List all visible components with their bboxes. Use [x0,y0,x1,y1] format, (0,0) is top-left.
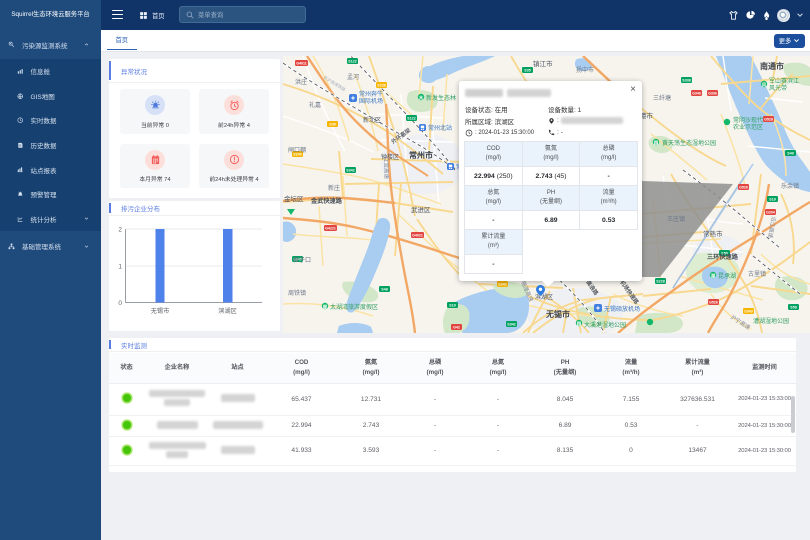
svg-text:S49: S49 [787,152,793,156]
svg-text:黄天荡生态湿地公园: 黄天荡生态湿地公园 [662,139,716,147]
svg-text:S342: S342 [507,323,515,327]
svg-text:S58: S58 [790,306,796,310]
svg-text:S122: S122 [407,117,415,121]
svg-text:园: 园 [654,139,659,146]
svg-text:S122: S122 [348,60,356,64]
svg-text:常熟市: 常熟市 [703,229,723,238]
svg-text:常阴沙现代: 常阴沙现代 [733,116,763,124]
svg-text:S342: S342 [346,169,354,173]
svg-text:无锡硕放机场: 无锡硕放机场 [604,305,640,313]
svg-text:太湖湾旅游度假区: 太湖湾旅游度假区 [330,303,378,311]
svg-text:G4021: G4021 [412,234,423,238]
svg-text:G336: G336 [708,92,717,96]
svg-text:木: 木 [418,94,424,101]
svg-text:S39: S39 [329,123,335,127]
svg-text:港市: 港市 [640,111,654,120]
svg-text:南通市: 南通市 [760,61,784,71]
svg-text:周铁镇: 周铁镇 [288,289,306,297]
svg-text:G346: G346 [692,92,701,96]
svg-text:国际机场: 国际机场 [359,97,383,105]
svg-text:G526: G526 [739,186,748,190]
svg-text:闸口棚: 闸口棚 [288,146,306,154]
svg-text:G526: G526 [709,301,718,305]
svg-text:洪庄: 洪庄 [295,78,307,86]
svg-text:金武快速路: 金武快速路 [310,197,343,205]
svg-text:常州奔牛: 常州奔牛 [359,90,383,98]
svg-text:风光带: 风光带 [769,84,787,92]
svg-text:礼嘉: 礼嘉 [309,101,321,109]
svg-text:S338: S338 [682,79,690,83]
svg-text:镇江市: 镇江市 [533,59,553,68]
svg-text:军山赛滨江: 军山赛滨江 [769,77,799,85]
svg-text:G204: G204 [766,211,775,215]
svg-text:滨湖区: 滨湖区 [218,307,237,315]
svg-text:园: 园 [577,320,582,327]
svg-text:金坛区: 金坛区 [284,194,304,203]
svg-text:S238: S238 [377,84,385,88]
svg-text:湖: 湖 [711,272,716,279]
svg-text:古里镇: 古里镇 [748,270,766,278]
svg-text:S19: S19 [769,198,775,202]
svg-text:S342: S342 [498,283,506,287]
svg-text:漕湖湿地公园: 漕湖湿地公园 [753,317,789,325]
svg-text:常州市: 常州市 [409,150,433,160]
svg-text:无锡市: 无锡市 [151,307,170,315]
svg-text:滨湖区: 滨湖区 [535,293,553,301]
svg-text:扬中市: 扬中市 [576,66,594,74]
svg-text:G528: G528 [764,118,773,122]
svg-text:桠子口: 桠子口 [293,256,311,264]
svg-text:风: 风 [762,81,767,88]
svg-text:2: 2 [118,227,122,234]
svg-text:三环快速路: 三环快速路 [707,253,739,261]
svg-text:常州北站: 常州北站 [428,124,452,132]
svg-text:农业示范区: 农业示范区 [733,123,763,131]
svg-text:G4011: G4011 [296,62,307,66]
svg-text:G42: G42 [453,326,460,330]
svg-text:大溪港湿地公园: 大溪港湿地公园 [584,321,626,329]
svg-text:S343: S343 [744,310,752,314]
svg-text:无锡市: 无锡市 [545,309,570,319]
svg-text:新发生态林: 新发生态林 [426,94,456,102]
svg-text:武进区: 武进区 [411,205,431,214]
svg-text:S48: S48 [381,288,387,292]
svg-text:S19: S19 [449,304,455,308]
svg-text:王庄镇: 王庄镇 [667,215,685,223]
svg-text:度: 度 [323,303,328,310]
svg-text:三纤塘: 三纤塘 [653,94,671,102]
svg-text:S228: S228 [656,280,664,284]
svg-text:孟河: 孟河 [347,73,359,81]
svg-text:G4221: G4221 [325,227,336,231]
svg-text:乐余镇: 乐余镇 [781,182,799,190]
svg-text:1: 1 [118,264,122,271]
svg-text:0: 0 [118,300,122,307]
svg-text:S35: S35 [524,69,530,73]
svg-text:新庄: 新庄 [328,184,340,192]
svg-text:新北区: 新北区 [363,116,381,124]
svg-text:昆承湖: 昆承湖 [718,272,736,280]
